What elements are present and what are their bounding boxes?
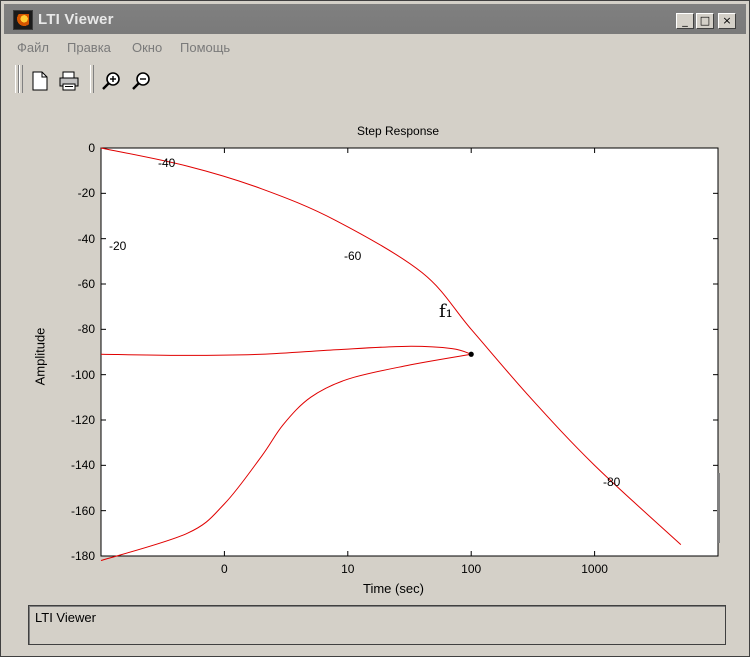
- new-file-icon[interactable]: [28, 69, 52, 93]
- menu-edit[interactable]: Правка: [67, 40, 111, 55]
- toolbar-separator: [90, 65, 94, 93]
- window-title: LTI Viewer: [38, 11, 114, 28]
- x-tick-label: 100: [461, 562, 482, 576]
- toolbar-grip-2: [19, 65, 23, 93]
- y-tick-label: -180: [70, 549, 95, 563]
- maximize-button[interactable]: □: [696, 13, 714, 29]
- y-tick-label: -20: [77, 186, 95, 201]
- y-tick-label: -160: [70, 503, 95, 518]
- x-tick-label: 10: [341, 562, 355, 576]
- matlab-logo-icon: [13, 10, 33, 30]
- slope-label-minus40: -40: [158, 156, 176, 170]
- zoom-out-icon[interactable]: [130, 69, 154, 93]
- zoom-in-icon[interactable]: [100, 69, 124, 93]
- toolbar: [4, 61, 746, 97]
- slope-label-minus80: -80: [603, 475, 621, 489]
- x-axis-label: Time (sec): [363, 581, 424, 596]
- marker-point: [468, 351, 474, 357]
- y-tick-label: -120: [70, 413, 95, 427]
- close-button[interactable]: ×: [718, 13, 736, 29]
- x-tick-label: 1000: [581, 562, 608, 576]
- status-text: LTI Viewer: [35, 610, 96, 625]
- slope-label-minus20: -20: [109, 239, 127, 253]
- title-bar[interactable]: LTI Viewer _ □ ×: [4, 4, 746, 34]
- y-tick-label: -40: [77, 231, 95, 246]
- step-response-plot[interactable]: Step Response Time (sec) Amplitude -40 -…: [1, 101, 741, 601]
- menu-bar: Файл Правка Окно Помощь: [4, 37, 746, 59]
- print-icon[interactable]: [57, 69, 81, 93]
- plot-canvas[interactable]: [1, 101, 741, 601]
- marker-label-f1: f₁: [439, 301, 453, 322]
- status-bar: LTI Viewer: [28, 605, 726, 645]
- lti-viewer-window: LTI Viewer _ □ × Файл Правка Окно Помощь: [0, 0, 750, 657]
- y-tick-label: -80: [77, 322, 95, 337]
- y-tick-label: 0: [88, 141, 95, 155]
- y-tick-label: -60: [77, 277, 95, 291]
- minimize-button[interactable]: _: [676, 13, 694, 29]
- menu-file[interactable]: Файл: [17, 40, 49, 55]
- y-axis-label: Amplitude: [32, 327, 48, 386]
- menu-window[interactable]: Окно: [132, 40, 162, 55]
- slope-label-minus60: -60: [344, 249, 362, 263]
- y-tick-label: -100: [70, 367, 95, 382]
- x-tick-label: 0: [221, 562, 228, 576]
- menu-help[interactable]: Помощь: [180, 40, 230, 55]
- y-tick-label: -140: [70, 458, 95, 473]
- side-scroll-indicator[interactable]: [717, 473, 720, 543]
